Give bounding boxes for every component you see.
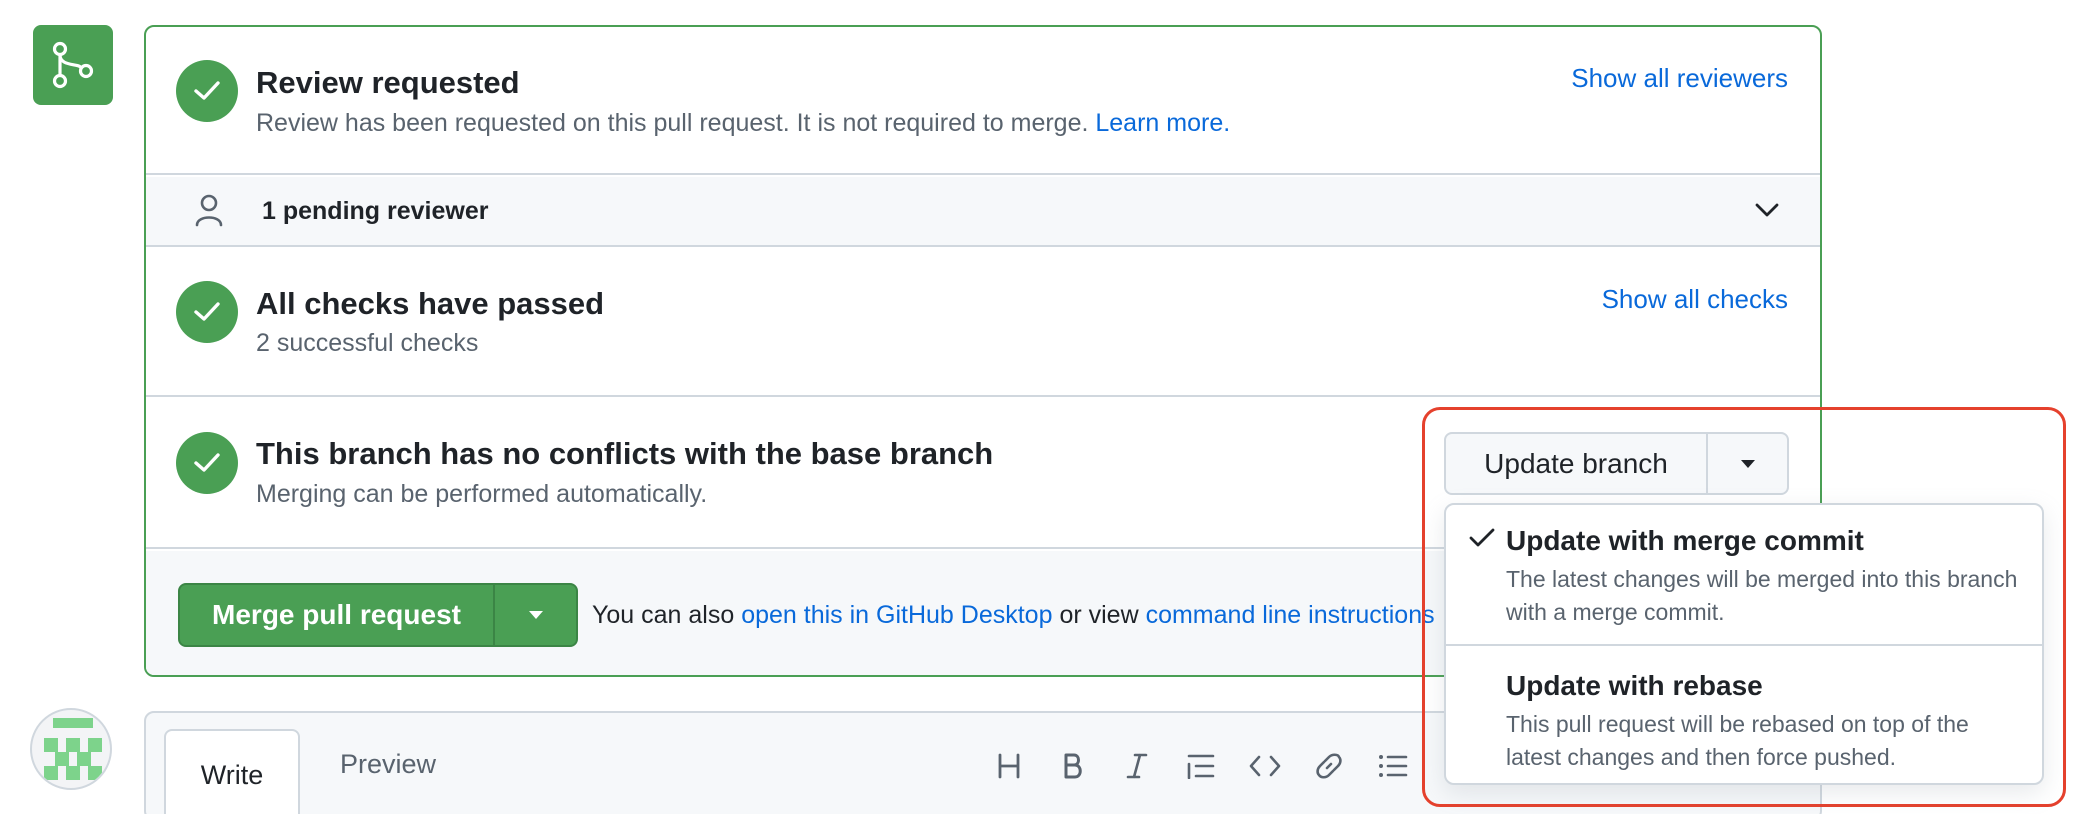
link-icon[interactable] [1312,749,1346,783]
tab-write[interactable]: Write [164,729,300,814]
italic-icon[interactable] [1120,749,1154,783]
checks-subtitle: 2 successful checks [256,329,479,357]
show-all-checks-link[interactable]: Show all checks [1602,284,1788,315]
chevron-down-icon[interactable] [1754,201,1780,219]
tab-preview[interactable]: Preview [340,749,436,780]
heading-icon[interactable] [992,749,1026,783]
or-view-text: or view [1059,601,1139,629]
command-line-instructions-link[interactable]: command line instructions [1146,601,1435,629]
option-description: This pull request will be rebased on top… [1506,711,1969,770]
avatar [30,708,112,790]
pending-reviewer-row[interactable]: 1 pending reviewer [146,177,1820,247]
identicon-icon [44,718,102,780]
update-with-merge-commit-option[interactable]: Update with merge commit The latest chan… [1446,505,2042,646]
update-branch-menu: Update with merge commit The latest chan… [1444,503,2044,785]
update-branch-button[interactable]: Update branch [1446,434,1708,493]
check-circle-icon [176,432,238,494]
alternative-merge-text: You can also open this in GitHub Desktop… [592,601,1435,630]
conflicts-subtitle: Merging can be performed automatically. [256,480,708,508]
show-all-reviewers-link[interactable]: Show all reviewers [1571,63,1788,94]
option-title: Update with rebase [1506,670,1763,701]
conflicts-title: This branch has no conflicts with the ba… [256,436,994,471]
merge-button-group: Merge pull request [178,583,578,647]
open-github-desktop-link[interactable]: open this in GitHub Desktop [741,601,1052,629]
git-merge-badge [33,25,113,105]
option-title: Update with merge commit [1506,525,1864,556]
merge-method-dropdown-button[interactable] [495,585,576,645]
triangle-down-icon [1740,459,1755,468]
update-with-rebase-option[interactable]: Update with rebase This pull request wil… [1446,648,2042,783]
check-circle-icon [176,281,238,343]
git-merge-icon [52,41,94,89]
review-description-text: Review has been requested on this pull r… [256,109,1089,137]
bulleted-list-icon[interactable] [1376,749,1410,783]
quote-icon[interactable] [1184,749,1218,783]
pending-reviewer-label: 1 pending reviewer [262,197,489,225]
markdown-toolbar [992,749,1410,783]
triangle-down-icon [528,611,543,619]
update-branch-button-group: Update branch [1444,432,1789,495]
merge-pull-request-button[interactable]: Merge pull request [180,585,495,645]
update-branch-dropdown-button[interactable] [1708,434,1787,493]
code-icon[interactable] [1248,749,1282,783]
learn-more-link[interactable]: Learn more. [1095,109,1230,137]
also-prefix: You can also [592,601,735,629]
option-description: The latest changes will be merged into t… [1506,566,2018,625]
checkmark-icon [1469,528,1495,547]
checks-section: All checks have passed 2 successful chec… [146,249,1820,397]
checks-title: All checks have passed [256,286,605,321]
check-circle-icon [176,60,238,122]
review-description: Review has been requested on this pull r… [256,109,1230,138]
review-title: Review requested [256,65,520,100]
review-requested-section: Review requested Review has been request… [146,27,1820,175]
bold-icon[interactable] [1056,749,1090,783]
person-icon [195,194,223,227]
